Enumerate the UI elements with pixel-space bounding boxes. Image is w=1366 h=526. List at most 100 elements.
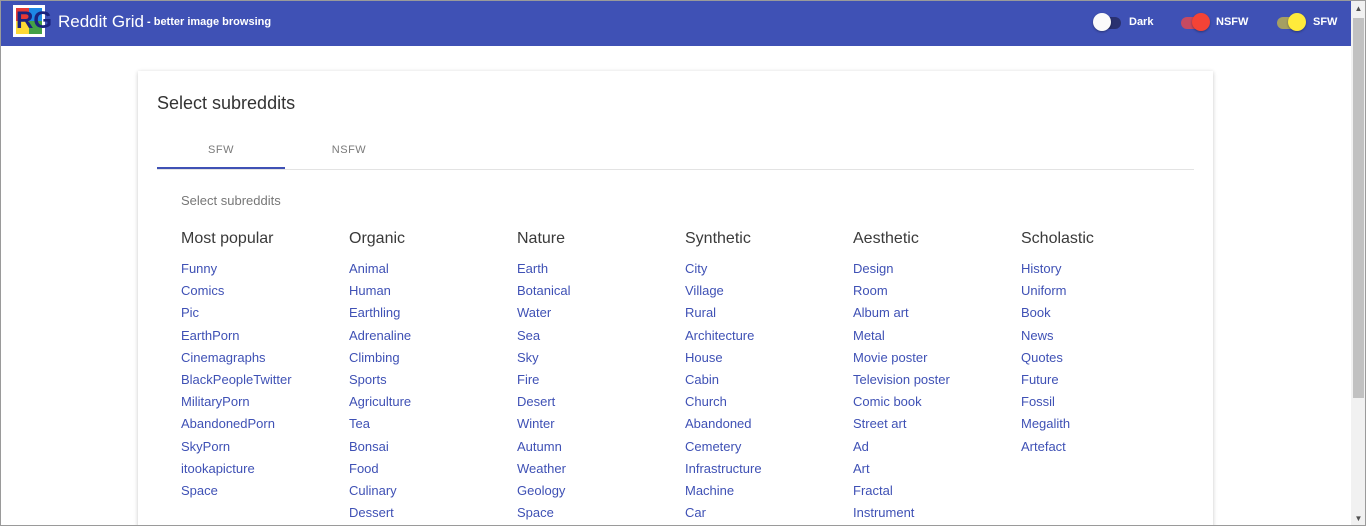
tab-bar: SFW NSFW	[157, 136, 1194, 170]
subreddit-link[interactable]: Geology	[517, 483, 677, 505]
subreddit-link[interactable]: Fire	[517, 372, 677, 394]
app-title: Reddit Grid	[58, 12, 144, 31]
subreddit-link[interactable]: Album art	[853, 305, 1013, 327]
subreddit-link[interactable]: Climbing	[349, 350, 509, 372]
subreddit-link[interactable]: History	[1021, 261, 1181, 283]
subreddit-link[interactable]: Cabin	[685, 372, 845, 394]
reddit-grid-logo[interactable]: RG	[13, 5, 52, 37]
subreddit-link[interactable]: Autumn	[517, 439, 677, 461]
subreddit-link[interactable]: Cemetery	[685, 439, 845, 461]
subreddit-link[interactable]: Pic	[181, 305, 341, 327]
subreddit-link[interactable]: MilitaryPorn	[181, 394, 341, 416]
subreddit-link[interactable]: Space	[181, 483, 341, 505]
subreddit-link[interactable]: Water	[517, 305, 677, 327]
subreddit-link[interactable]: House	[685, 350, 845, 372]
subreddit-link[interactable]: Tea	[349, 416, 509, 438]
subreddit-link[interactable]: Ad	[853, 439, 1013, 461]
subreddit-link[interactable]: Fractal	[853, 483, 1013, 505]
subreddit-link[interactable]: City	[685, 261, 845, 283]
card-title: Select subreddits	[157, 93, 296, 113]
subreddit-link[interactable]: Comics	[181, 283, 341, 305]
subreddit-link[interactable]: Earth	[517, 261, 677, 283]
app-window: RG Reddit Grid - better image browsing D…	[0, 0, 1366, 526]
subreddit-link[interactable]: News	[1021, 328, 1181, 350]
subreddit-link[interactable]: Megalith	[1021, 416, 1181, 438]
subreddit-link[interactable]: Quotes	[1021, 350, 1181, 372]
subreddit-link[interactable]: Book	[1021, 305, 1181, 327]
subreddit-link[interactable]: EarthPorn	[181, 328, 341, 350]
category-column: Nature Earth Botanical Water Sea Sky Fire Deser…	[517, 229, 677, 525]
dark-toggle-label: Dark	[1129, 16, 1154, 28]
dark-toggle-thumb	[1093, 13, 1111, 31]
subreddit-link[interactable]: Human	[349, 283, 509, 305]
category-column: Most popular Funny Comics Pic EarthPorn Cinem…	[181, 229, 341, 505]
subreddit-link[interactable]: Bonsai	[349, 439, 509, 461]
sfw-toggle-thumb	[1288, 13, 1306, 31]
subreddit-link[interactable]: Design	[853, 261, 1013, 283]
scroll-down-arrow-icon[interactable]: ▼	[1351, 511, 1365, 525]
subreddit-link[interactable]: AbandonedPorn	[181, 416, 341, 438]
subreddit-link[interactable]: itookapicture	[181, 461, 341, 483]
subreddit-link[interactable]: Instrument	[853, 505, 1013, 525]
subreddit-link[interactable]: Architecture	[685, 328, 845, 350]
sfw-toggle-label: SFW	[1313, 16, 1338, 28]
subreddit-link[interactable]: Sky	[517, 350, 677, 372]
subreddit-link[interactable]: Animal	[349, 261, 509, 283]
nsfw-toggle-label: NSFW	[1216, 16, 1249, 28]
subreddit-link[interactable]: Botanical	[517, 283, 677, 305]
section-label: Select subreddits	[181, 193, 281, 208]
category-column: Organic Animal Human Earthling Adrenaline Cli…	[349, 229, 509, 525]
subreddit-link[interactable]: Sea	[517, 328, 677, 350]
nsfw-toggle-thumb	[1192, 13, 1210, 31]
vertical-scrollbar[interactable]: ▲ ▼	[1351, 1, 1365, 525]
category-column: Aesthetic Design Room Album art Metal Movie p…	[853, 229, 1013, 525]
subreddit-link[interactable]: Room	[853, 283, 1013, 305]
subreddit-link[interactable]: Sports	[349, 372, 509, 394]
subreddit-link[interactable]: Agriculture	[349, 394, 509, 416]
category-column: Scholastic History Uniform Book News Quotes Fu…	[1021, 229, 1181, 461]
subreddit-link[interactable]: Cinemagraphs	[181, 350, 341, 372]
subreddit-link[interactable]: Movie poster	[853, 350, 1013, 372]
subreddit-link[interactable]: Dessert	[349, 505, 509, 525]
tab-sfw[interactable]: SFW	[157, 136, 285, 169]
category-heading: Scholastic	[1021, 230, 1094, 247]
scroll-thumb[interactable]	[1353, 18, 1364, 398]
subreddit-link[interactable]: Metal	[853, 328, 1013, 350]
subreddit-link[interactable]: Future	[1021, 372, 1181, 394]
subreddit-link[interactable]: Comic book	[853, 394, 1013, 416]
subreddit-link[interactable]: Rural	[685, 305, 845, 327]
app-header: RG Reddit Grid - better image browsing D…	[1, 1, 1351, 46]
subreddit-link[interactable]: Church	[685, 394, 845, 416]
subreddit-link[interactable]: Adrenaline	[349, 328, 509, 350]
subreddit-link[interactable]: Fossil	[1021, 394, 1181, 416]
category-heading: Nature	[517, 230, 566, 247]
category-heading: Aesthetic	[853, 230, 919, 247]
subreddit-link[interactable]: Artefact	[1021, 439, 1181, 461]
subreddit-link[interactable]: Food	[349, 461, 509, 483]
subreddit-link[interactable]: Art	[853, 461, 1013, 483]
subreddit-link[interactable]: BlackPeopleTwitter	[181, 372, 341, 394]
subreddit-link[interactable]: Uniform	[1021, 283, 1181, 305]
subreddit-link[interactable]: Machine	[685, 483, 845, 505]
scroll-up-arrow-icon[interactable]: ▲	[1351, 1, 1365, 16]
subreddit-link[interactable]: Village	[685, 283, 845, 305]
category-heading: Organic	[349, 230, 406, 247]
subreddit-link[interactable]: Culinary	[349, 483, 509, 505]
category-column: Synthetic City Village Rural Architecture Hou…	[685, 229, 845, 525]
subreddit-link[interactable]: Winter	[517, 416, 677, 438]
subreddit-link[interactable]: Television poster	[853, 372, 1013, 394]
subreddit-link[interactable]: Desert	[517, 394, 677, 416]
subreddit-link[interactable]: Car	[685, 505, 845, 525]
subreddit-link[interactable]: Weather	[517, 461, 677, 483]
category-heading: Most popular	[181, 230, 274, 247]
subreddit-link[interactable]: Earthling	[349, 305, 509, 327]
category-heading: Synthetic	[685, 230, 751, 247]
tab-nsfw[interactable]: NSFW	[285, 136, 413, 168]
subreddit-link[interactable]: Abandoned	[685, 416, 845, 438]
subreddit-link[interactable]: Funny	[181, 261, 341, 283]
subreddit-link[interactable]: Space	[517, 505, 677, 525]
subreddit-link[interactable]: Infrastructure	[685, 461, 845, 483]
app-subtitle: - better image browsing	[147, 16, 272, 28]
subreddit-link[interactable]: Street art	[853, 416, 1013, 438]
subreddit-link[interactable]: SkyPorn	[181, 439, 341, 461]
